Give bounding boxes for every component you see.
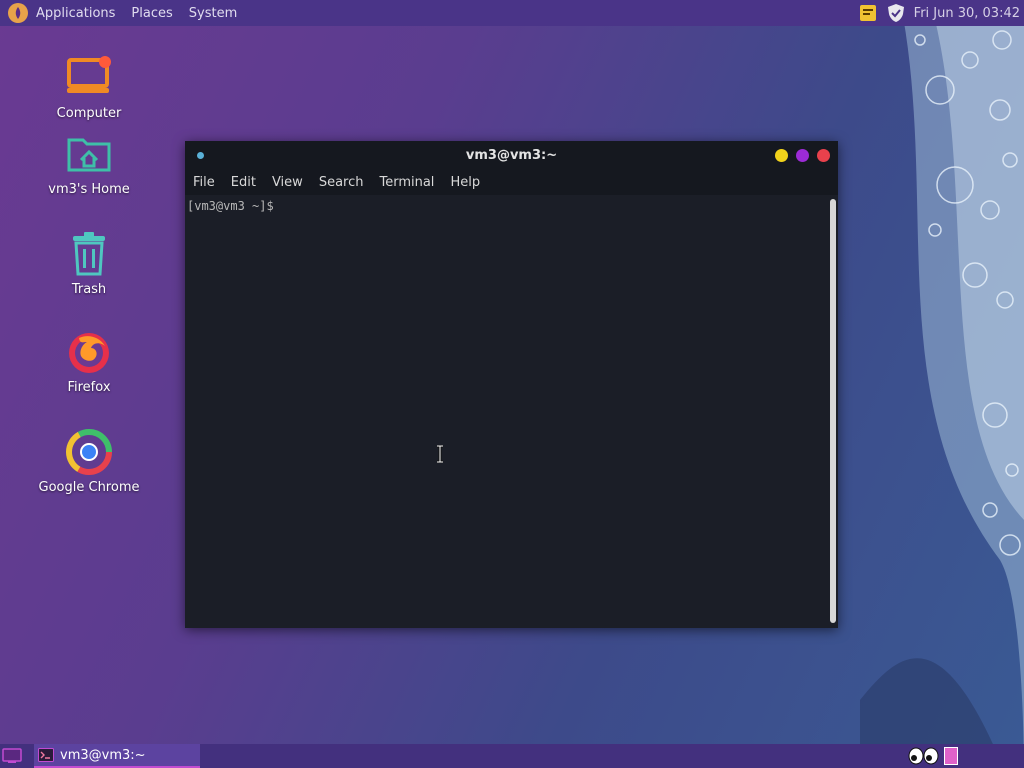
workspace-switcher[interactable] <box>944 747 958 765</box>
menu-file[interactable]: File <box>185 175 223 190</box>
notes-icon[interactable] <box>858 3 878 23</box>
top-panel-tray: Fri Jun 30, 03:42 <box>858 0 1020 26</box>
menu-applications[interactable]: Applications <box>28 6 123 21</box>
menu-search[interactable]: Search <box>311 175 372 190</box>
desktop-icon-label: Google Chrome <box>38 480 140 495</box>
terminal-icon <box>38 748 54 762</box>
trash-icon <box>73 232 105 276</box>
desktop-icon-trash[interactable]: Trash <box>29 230 149 297</box>
maximize-button[interactable] <box>796 149 809 162</box>
desktop-icon-computer[interactable]: Computer <box>29 54 149 121</box>
menu-view[interactable]: View <box>264 175 311 190</box>
firefox-icon <box>69 333 109 373</box>
clock[interactable]: Fri Jun 30, 03:42 <box>914 6 1020 21</box>
terminal-menubar: File Edit View Search Terminal Help <box>185 169 838 195</box>
desktop-icon-chrome[interactable]: Google Chrome <box>29 428 149 495</box>
applications-logo-icon[interactable] <box>8 3 28 23</box>
computer-icon <box>67 56 111 93</box>
desktop-icon-label: Trash <box>71 282 107 297</box>
taskbar-item-terminal[interactable]: vm3@vm3:~ <box>34 744 200 768</box>
desktop-icon-home[interactable]: vm3's Home <box>29 130 149 197</box>
desktop-icon-label: vm3's Home <box>48 182 130 197</box>
window-menu-icon[interactable] <box>197 152 204 159</box>
show-desktop-button[interactable] <box>0 744 24 768</box>
window-titlebar[interactable]: vm3@vm3:~ <box>185 141 838 169</box>
eyes-icon[interactable] <box>908 747 940 765</box>
terminal-body[interactable]: [vm3@vm3 ~]$ <box>185 195 838 628</box>
terminal-prompt: [vm3@vm3 ~]$ <box>187 199 274 213</box>
bottom-panel: vm3@vm3:~ <box>0 744 1024 768</box>
minimize-button[interactable] <box>775 149 788 162</box>
text-cursor-icon <box>437 445 443 463</box>
shield-icon[interactable] <box>886 3 906 23</box>
menu-places[interactable]: Places <box>123 6 180 21</box>
desktop-icon-label: Firefox <box>67 380 111 395</box>
window-title: vm3@vm3:~ <box>465 147 558 163</box>
terminal-scrollbar[interactable] <box>830 199 836 623</box>
top-panel: Applications Places System Fri Jun 30, 0… <box>0 0 1024 26</box>
terminal-window[interactable]: vm3@vm3:~ File Edit View Search Terminal… <box>185 141 838 628</box>
show-desktop-icon <box>2 748 22 763</box>
chrome-icon <box>66 429 112 475</box>
bottom-tray <box>908 747 958 765</box>
menu-edit[interactable]: Edit <box>223 175 264 190</box>
menu-help[interactable]: Help <box>442 175 488 190</box>
desktop-icon-label: Computer <box>56 106 122 121</box>
desktop-icon-firefox[interactable]: Firefox <box>29 328 149 395</box>
window-controls <box>775 149 830 162</box>
menu-system[interactable]: System <box>181 6 245 21</box>
close-button[interactable] <box>817 149 830 162</box>
menu-terminal[interactable]: Terminal <box>371 175 442 190</box>
home-folder-icon <box>67 138 111 172</box>
taskbar-item-label: vm3@vm3:~ <box>60 747 146 763</box>
